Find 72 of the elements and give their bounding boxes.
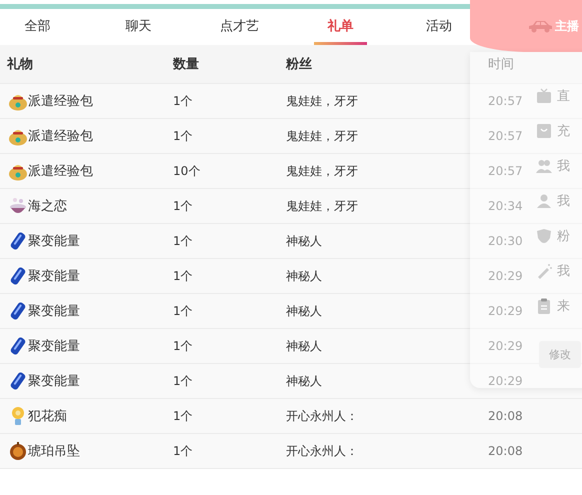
menu-item[interactable]: 我	[557, 262, 570, 280]
tab[interactable]: 全部	[0, 9, 88, 45]
gift-count: 1个	[173, 442, 194, 460]
pendant-icon	[8, 441, 28, 461]
gift-time: 20:57	[488, 129, 523, 143]
fan-name: 神秘人	[286, 338, 323, 354]
fan-name: 鬼娃娃，牙牙	[286, 162, 359, 180]
fan-name: 开心永州人：	[286, 442, 359, 460]
gift-count: 1个	[173, 372, 194, 390]
gift-name: 聚变能量	[28, 373, 80, 390]
time-column-header: 时间	[488, 56, 514, 73]
gift-name: 聚变能量	[28, 303, 80, 320]
gift-name: 派遣经验包	[28, 93, 93, 110]
gift-name: 犯花痴	[28, 408, 67, 425]
gift-count: 1个	[173, 408, 194, 424]
gift-time: 20:29	[488, 269, 523, 283]
gift-name: 聚变能量	[28, 233, 80, 250]
fan-name: 鬼娃娃，牙牙	[286, 198, 359, 214]
fan-name: 鬼娃娃，牙牙	[286, 128, 359, 144]
gift-time: 20:34	[488, 199, 523, 213]
car-icon	[527, 19, 553, 33]
fan-name: 神秘人	[286, 268, 323, 284]
gift-name: 琥珀吊坠	[28, 443, 80, 460]
gift-time: 20:29	[488, 339, 523, 353]
gift-time: 20:30	[488, 234, 523, 248]
gift-name: 派遣经验包	[28, 128, 93, 145]
tab[interactable]: 聊天	[88, 9, 189, 45]
fan-name: 神秘人	[286, 232, 323, 250]
host-label: 主播	[555, 18, 579, 34]
clipboard-icon	[536, 298, 552, 314]
gift-time: 20:08	[488, 444, 523, 458]
gift-name: 派遣经验包	[28, 163, 93, 180]
tab[interactable]: 点才艺	[189, 9, 290, 45]
fan-name: 神秘人	[286, 302, 323, 320]
fan-name: 鬼娃娃，牙牙	[286, 92, 359, 110]
count-column-header: 数量	[173, 56, 200, 73]
gift-count: 1个	[173, 128, 194, 144]
menu-item[interactable]: 我	[557, 192, 570, 210]
gift-name: 聚变能量	[28, 268, 80, 285]
gift-name: 聚变能量	[28, 338, 80, 355]
people-icon	[536, 158, 552, 174]
tv-icon	[536, 88, 552, 104]
shield-icon	[536, 228, 552, 244]
fan-column-header: 粉丝	[286, 56, 313, 73]
menu-item[interactable]: 直	[557, 86, 570, 104]
gift-column-header: 礼物	[6, 56, 34, 73]
menu-item[interactable]: 充	[557, 122, 570, 140]
menu-item[interactable]: 来	[557, 296, 570, 314]
gift-count: 1个	[173, 302, 194, 320]
gift-count: 1个	[173, 338, 194, 354]
gift-time: 20:08	[488, 409, 523, 423]
fan-name: 神秘人	[286, 372, 323, 390]
gift-count: 1个	[173, 232, 194, 250]
fan-name: 开心永州人：	[286, 408, 359, 424]
bag-icon	[536, 122, 552, 138]
gift-name: 海之恋	[28, 198, 67, 215]
menu-item[interactable]: 我	[557, 156, 570, 174]
gift-time: 20:29	[488, 374, 523, 388]
gift-count: 1个	[173, 92, 194, 110]
tab[interactable]: 礼单	[290, 9, 391, 45]
person-icon	[536, 192, 552, 208]
change-password-button[interactable]: 修改	[539, 341, 581, 368]
gift-time: 20:29	[488, 304, 523, 318]
gift-count: 1个	[173, 198, 194, 214]
menu-item[interactable]: 粉	[557, 226, 570, 244]
gift-time: 20:57	[488, 164, 523, 178]
tab[interactable]: 活动	[391, 9, 470, 45]
cup-icon	[8, 196, 28, 216]
gift-time: 20:57	[488, 94, 523, 108]
gift-count: 10个	[173, 162, 202, 180]
wand-icon	[536, 262, 552, 278]
gift-count: 1个	[173, 268, 194, 284]
